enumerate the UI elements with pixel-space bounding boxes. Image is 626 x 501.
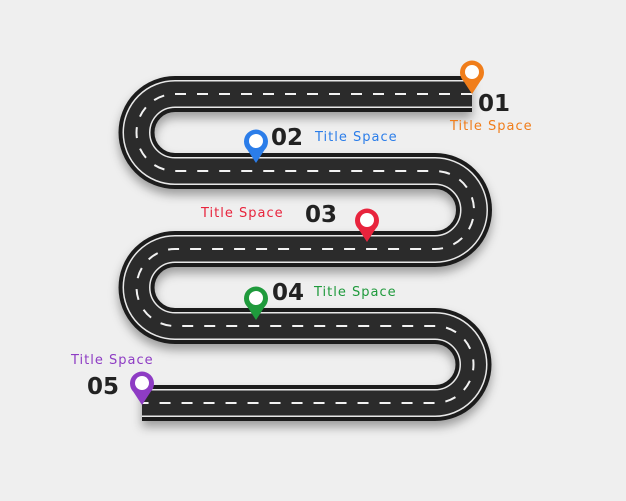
- step-title: Title Space: [450, 119, 533, 134]
- location-pin-icon: [129, 370, 155, 406]
- step-title: Title Space: [71, 353, 154, 368]
- winding-road: [118, 76, 492, 421]
- location-pin-icon: [459, 59, 485, 95]
- step-title: Title Space: [315, 130, 398, 145]
- location-pin-icon: [243, 285, 269, 321]
- step-number: 03: [305, 202, 338, 228]
- step-title: Title Space: [201, 206, 284, 221]
- step-number: 04: [272, 280, 305, 306]
- step-number: 05: [87, 374, 120, 400]
- location-pin-icon: [354, 207, 380, 243]
- step-title: Title Space: [314, 285, 397, 300]
- step-number: 01: [478, 91, 511, 117]
- location-pin-icon: [243, 128, 269, 164]
- step-number: 02: [271, 125, 304, 151]
